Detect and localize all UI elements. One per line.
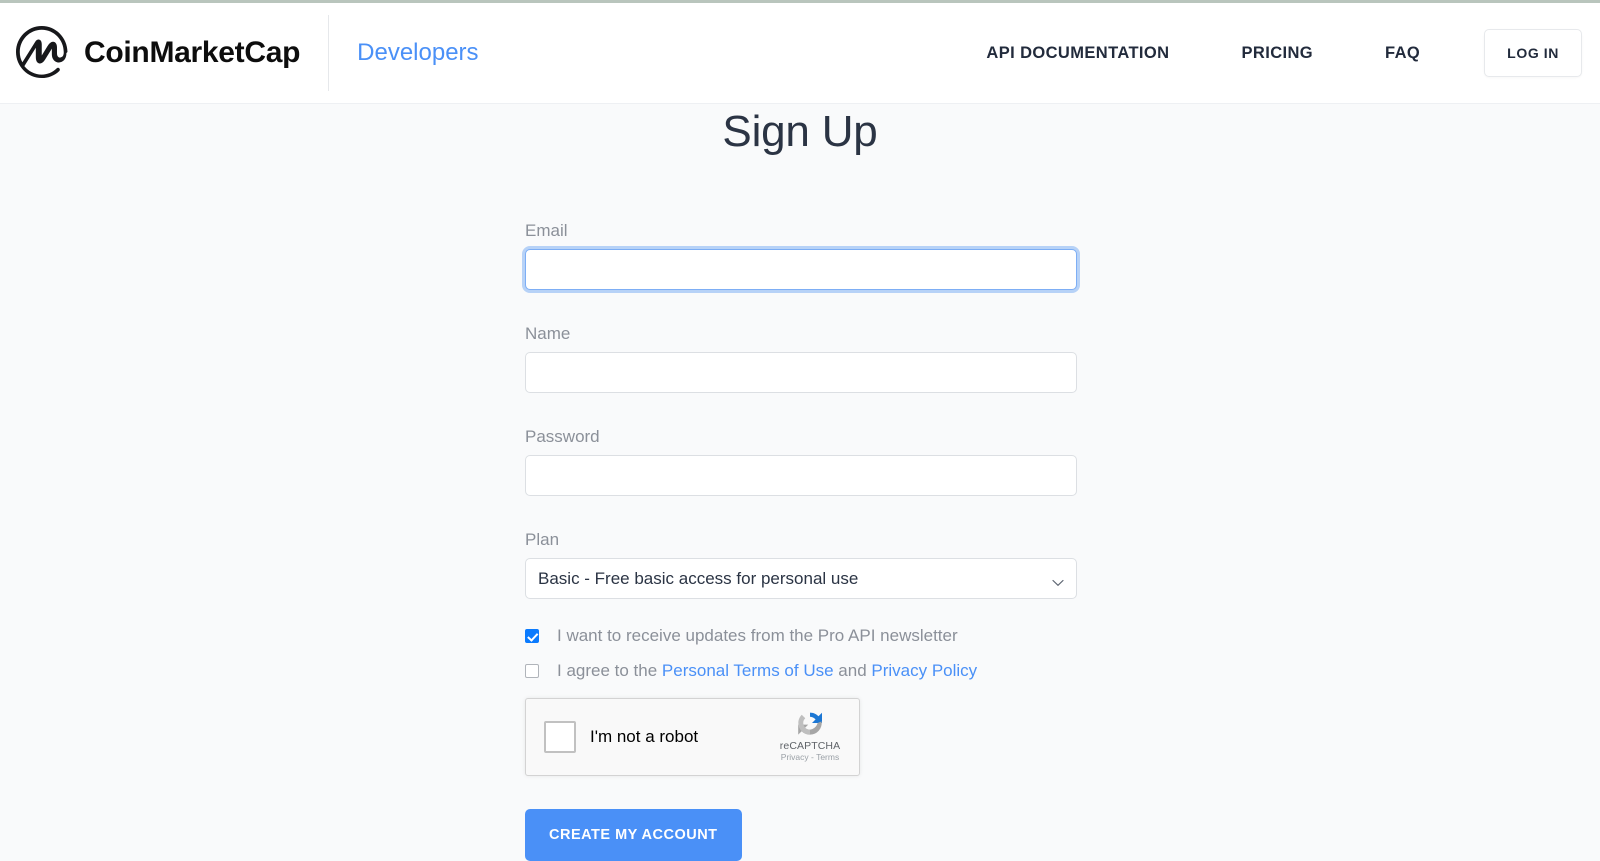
nav-api-documentation[interactable]: API DOCUMENTATION <box>950 44 1205 63</box>
signup-page: CoinMarketCap Developers API DOCUMENTATI… <box>0 0 1600 861</box>
plan-select-wrapper: Basic - Free basic access for personal u… <box>525 558 1077 599</box>
site-header: CoinMarketCap Developers API DOCUMENTATI… <box>0 3 1600 104</box>
terms-label-middle: and <box>833 661 872 680</box>
recaptcha-privacy-link[interactable]: Privacy <box>781 752 809 762</box>
recaptcha-checkbox[interactable] <box>544 721 576 753</box>
main-content: Sign Up Email Name Password Plan Basic -… <box>0 104 1600 861</box>
recaptcha-legal: Privacy - Terms <box>772 752 848 763</box>
recaptcha-label: I'm not a robot <box>590 727 699 746</box>
header-divider <box>328 15 330 91</box>
login-button[interactable]: LOG IN <box>1484 29 1582 77</box>
create-my-account-button[interactable]: CREATE MY ACCOUNT <box>525 809 742 861</box>
recaptcha-terms-link[interactable]: Terms <box>816 752 839 762</box>
name-field-group: Name <box>525 323 1077 393</box>
checkbox-group: I want to receive updates from the Pro A… <box>525 625 1077 682</box>
email-field-group: Email <box>525 220 1077 290</box>
terms-label: I agree to the Personal Terms of Use and… <box>557 660 977 682</box>
recaptcha-widget[interactable]: I'm not a robot reCAPTCHA Privacy - Term… <box>525 698 860 776</box>
password-input[interactable] <box>525 455 1077 496</box>
password-label: Password <box>525 427 600 446</box>
terms-checkbox-row[interactable]: I agree to the Personal Terms of Use and… <box>525 660 1077 682</box>
plan-label: Plan <box>525 530 560 549</box>
name-label: Name <box>525 324 571 343</box>
coinmarketcap-logo-icon <box>16 26 70 80</box>
recaptcha-logo-icon <box>772 707 848 739</box>
password-field-group: Password <box>525 426 1077 496</box>
newsletter-label: I want to receive updates from the Pro A… <box>557 626 958 645</box>
brand-logo[interactable]: CoinMarketCap <box>16 26 300 80</box>
plan-field-group: Plan Basic - Free basic access for perso… <box>525 529 1077 599</box>
header-nav: API DOCUMENTATION PRICING FAQ LOG IN <box>950 29 1582 77</box>
email-input[interactable] <box>525 249 1077 290</box>
developers-link[interactable]: Developers <box>357 39 478 67</box>
recaptcha-branding: reCAPTCHA Privacy - Terms <box>772 707 848 763</box>
nav-pricing[interactable]: PRICING <box>1205 44 1349 63</box>
personal-terms-of-use-link[interactable]: Personal Terms of Use <box>662 661 834 680</box>
page-title: Sign Up <box>722 107 878 156</box>
newsletter-checkbox[interactable] <box>525 629 539 643</box>
recaptcha-legal-separator: - <box>808 752 817 762</box>
brand-name: CoinMarketCap <box>84 36 301 69</box>
name-input[interactable] <box>525 352 1077 393</box>
privacy-policy-link[interactable]: Privacy Policy <box>871 661 977 680</box>
newsletter-checkbox-row[interactable]: I want to receive updates from the Pro A… <box>525 625 1077 647</box>
email-label: Email <box>525 221 568 240</box>
plan-select[interactable]: Basic - Free basic access for personal u… <box>525 558 1077 599</box>
signup-form: Email Name Password Plan Basic - Free ba… <box>525 158 1077 861</box>
terms-label-prefix: I agree to the <box>557 661 662 680</box>
nav-faq[interactable]: FAQ <box>1349 44 1456 63</box>
terms-checkbox[interactable] <box>525 664 539 678</box>
recaptcha-brand-name: reCAPTCHA <box>779 740 841 752</box>
